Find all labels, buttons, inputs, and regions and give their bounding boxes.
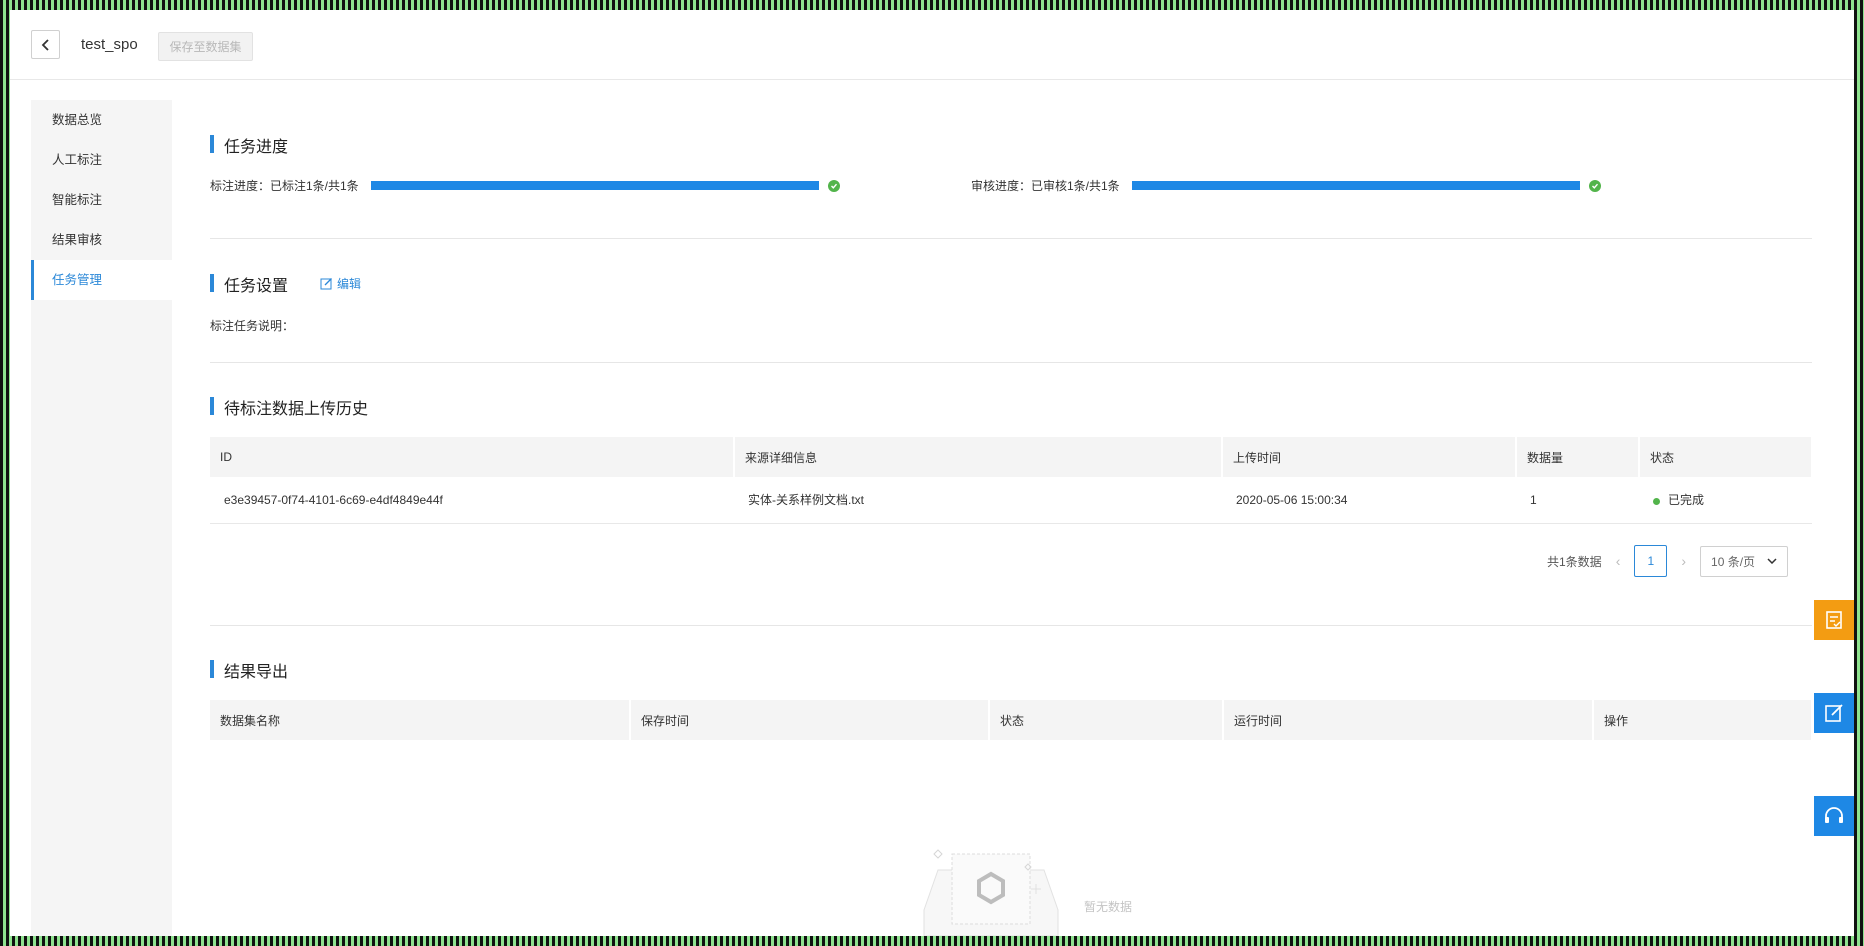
progress-section-title: 任务进度 (210, 133, 288, 157)
sidebar-item-result-review[interactable]: 结果审核 (31, 220, 172, 260)
cell-upload-time: 2020-05-06 15:00:34 (1222, 477, 1516, 524)
back-button[interactable] (31, 30, 60, 59)
chevron-down-icon (1767, 558, 1777, 564)
divider (210, 362, 1812, 363)
column-header-dataset-name: 数据集名称 (210, 700, 631, 740)
chevron-left-icon (41, 38, 49, 51)
next-page-chevron-right-icon[interactable]: › (1681, 553, 1686, 569)
cell-source: 实体-关系样例文档.txt (734, 477, 1222, 524)
sidebar-item-task-management[interactable]: 任务管理 (31, 260, 172, 300)
label-progress-fill (371, 181, 819, 190)
pagination-total: 共1条数据 (1547, 554, 1602, 569)
sidebar: 数据总览 人工标注 智能标注 结果审核 任务管理 (31, 100, 172, 936)
cell-id: e3e39457-0f74-4101-6c69-e4df4849e44f (210, 477, 734, 524)
task-description-label: 标注任务说明： (210, 319, 295, 333)
column-header-source: 来源详细信息 (734, 437, 1223, 477)
table-header-row: ID 来源详细信息 上传时间 数据量 状态 (210, 437, 1813, 477)
edit-label: 编辑 (337, 277, 362, 291)
table-row: e3e39457-0f74-4101-6c69-e4df4849e44f 实体-… (210, 477, 1812, 524)
review-progress-bar (1132, 181, 1580, 190)
cell-count: 1 (1516, 477, 1639, 524)
column-header-save-time: 保存时间 (630, 700, 990, 740)
column-header-status: 状态 (989, 700, 1224, 740)
app-frame: test_spo 保存至数据集 数据总览 人工标注 智能标注 结果审核 任务管理… (10, 10, 1854, 936)
page-size-select[interactable]: 10 条/页 (1700, 545, 1789, 577)
table-header-row: 数据集名称 保存时间 状态 运行时间 操作 (210, 700, 1813, 740)
cell-status: 已完成 (1639, 477, 1812, 524)
feedback-icon (1826, 611, 1842, 629)
settings-section-title: 任务设置 (210, 272, 288, 296)
sidebar-item-smart-annotation[interactable]: 智能标注 (31, 180, 172, 220)
column-header-upload-time: 上传时间 (1222, 437, 1517, 477)
export-table: 数据集名称 保存时间 状态 运行时间 操作 (210, 700, 1813, 740)
column-header-count: 数据量 (1516, 437, 1640, 477)
status-text: 已完成 (1668, 493, 1705, 508)
empty-box-icon (923, 849, 1059, 936)
main-content: 任务进度 标注进度：已标注1条/共1条 审核进度：已审核1条/共1条 任务设置 … (172, 100, 1840, 936)
task-title: test_spo (81, 36, 138, 53)
review-progress-text: 审核进度：已审核1条/共1条 (971, 179, 1120, 193)
review-complete-check-icon (1589, 180, 1601, 192)
headset-icon (1825, 807, 1843, 823)
page-size-value: 10 条/页 (1711, 554, 1756, 569)
customer-service-float-button[interactable] (1814, 796, 1854, 836)
review-progress-fill (1132, 181, 1580, 190)
sidebar-item-overview[interactable]: 数据总览 (31, 100, 172, 140)
pagination: 共1条数据 ‹ 1 › 10 条/页 (1547, 545, 1789, 577)
label-progress-text: 标注进度：已标注1条/共1条 (210, 179, 359, 193)
page-header: test_spo 保存至数据集 (10, 10, 1854, 80)
column-header-id: ID (210, 437, 735, 477)
prev-page-chevron-left-icon[interactable]: ‹ (1616, 553, 1621, 569)
status-success-dot-icon (1653, 497, 1660, 505)
empty-state-text: 暂无数据 (1084, 900, 1133, 914)
label-complete-check-icon (828, 180, 840, 192)
export-section-title: 结果导出 (210, 658, 288, 682)
column-header-actions: 操作 (1593, 700, 1813, 740)
label-progress-bar (371, 181, 819, 190)
edit-note-float-button[interactable] (1814, 693, 1854, 733)
divider (210, 625, 1812, 626)
edit-icon (320, 278, 332, 290)
divider (210, 238, 1812, 239)
feedback-float-button[interactable] (1814, 600, 1854, 640)
edit-settings-link[interactable]: 编辑 (320, 275, 361, 292)
column-header-status: 状态 (1639, 437, 1813, 477)
sidebar-item-manual-annotation[interactable]: 人工标注 (31, 140, 172, 180)
save-to-dataset-button[interactable]: 保存至数据集 (158, 32, 253, 61)
edit-note-icon (1825, 704, 1843, 722)
upload-history-table: ID 来源详细信息 上传时间 数据量 状态 e3e39457-0f74-4101… (210, 437, 1813, 524)
column-header-run-time: 运行时间 (1223, 700, 1594, 740)
page-number-button[interactable]: 1 (1634, 545, 1668, 577)
upload-history-section-title: 待标注数据上传历史 (210, 395, 368, 419)
